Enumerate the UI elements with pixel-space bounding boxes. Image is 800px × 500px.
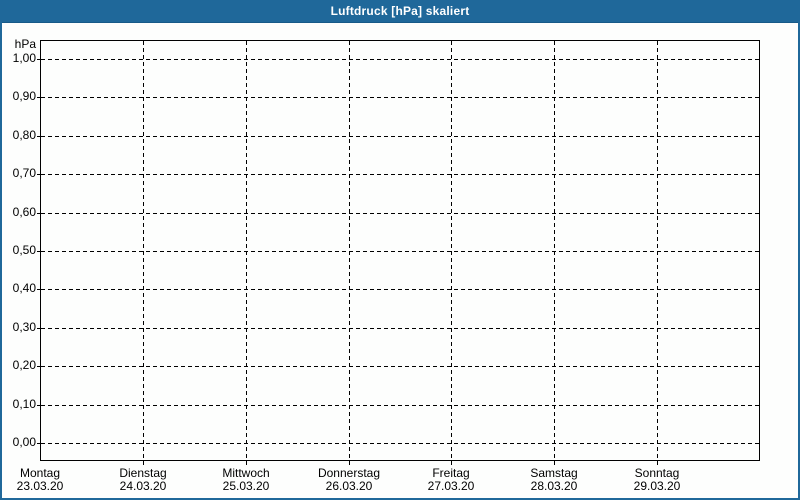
x-axis-tick bbox=[349, 461, 350, 465]
y-tick-label: 0,20 bbox=[12, 358, 36, 372]
h-gridline bbox=[41, 59, 759, 60]
h-gridline bbox=[41, 366, 759, 367]
y-axis-tick bbox=[37, 405, 40, 406]
y-tick-label: 1,00 bbox=[12, 51, 36, 65]
x-tick-date-label: 28.03.20 bbox=[530, 479, 578, 493]
h-gridline bbox=[41, 213, 759, 214]
x-tick-date-label: 24.03.20 bbox=[119, 479, 167, 493]
x-tick-date-label: 26.03.20 bbox=[325, 479, 373, 493]
y-tick-label: 0,00 bbox=[12, 435, 36, 449]
x-tick-date-label: 25.03.20 bbox=[222, 479, 270, 493]
y-axis-unit-label: hPa bbox=[14, 37, 36, 51]
y-axis-tick bbox=[37, 59, 40, 60]
v-gridline bbox=[349, 41, 350, 460]
h-gridline bbox=[41, 174, 759, 175]
title-bar: Luftdruck [hPa] skaliert bbox=[2, 0, 798, 23]
y-tick-label: 0,50 bbox=[12, 243, 36, 257]
x-axis-tick bbox=[657, 461, 658, 465]
v-gridline bbox=[451, 41, 452, 460]
v-gridline bbox=[143, 41, 144, 460]
chart-canvas: hPa 1,00 0,90 0,80 0,70 0,60 0,50 0,40 0,30 0,20… bbox=[2, 22, 798, 498]
h-gridline bbox=[41, 405, 759, 406]
v-gridline bbox=[554, 41, 555, 460]
y-axis-tick bbox=[37, 174, 40, 175]
y-tick-label: 0,60 bbox=[12, 205, 36, 219]
y-axis-tick bbox=[37, 328, 40, 329]
x-axis-tick bbox=[143, 461, 144, 465]
y-axis-tick bbox=[37, 443, 40, 444]
y-tick-label: 0,90 bbox=[12, 89, 36, 103]
y-axis-tick bbox=[37, 289, 40, 290]
chart-title: Luftdruck [hPa] skaliert bbox=[330, 4, 470, 18]
h-gridline bbox=[41, 289, 759, 290]
y-axis-tick bbox=[37, 136, 40, 137]
v-gridline bbox=[657, 41, 658, 460]
h-gridline bbox=[41, 136, 759, 137]
v-gridline bbox=[246, 41, 247, 460]
y-tick-label: 0,80 bbox=[12, 128, 36, 142]
x-tick-date-label: 29.03.20 bbox=[633, 479, 681, 493]
x-axis-tick bbox=[246, 461, 247, 465]
y-axis-tick bbox=[37, 97, 40, 98]
x-axis-tick bbox=[451, 461, 452, 465]
h-gridline bbox=[41, 251, 759, 252]
x-axis-tick bbox=[554, 461, 555, 465]
h-gridline bbox=[41, 328, 759, 329]
y-axis-tick bbox=[37, 251, 40, 252]
y-tick-label: 0,40 bbox=[12, 281, 36, 295]
y-tick-label: 0,70 bbox=[12, 166, 36, 180]
y-tick-label: 0,10 bbox=[12, 397, 36, 411]
y-axis-tick bbox=[37, 213, 40, 214]
x-tick-date-label: 27.03.20 bbox=[427, 479, 475, 493]
chart-window: Luftdruck [hPa] skaliert hPa 1,00 0,90 0,8… bbox=[0, 0, 800, 500]
h-gridline bbox=[41, 97, 759, 98]
y-axis-tick bbox=[37, 366, 40, 367]
h-gridline bbox=[41, 443, 759, 444]
y-tick-label: 0,30 bbox=[12, 320, 36, 334]
x-tick-date-label: 23.03.20 bbox=[16, 479, 64, 493]
